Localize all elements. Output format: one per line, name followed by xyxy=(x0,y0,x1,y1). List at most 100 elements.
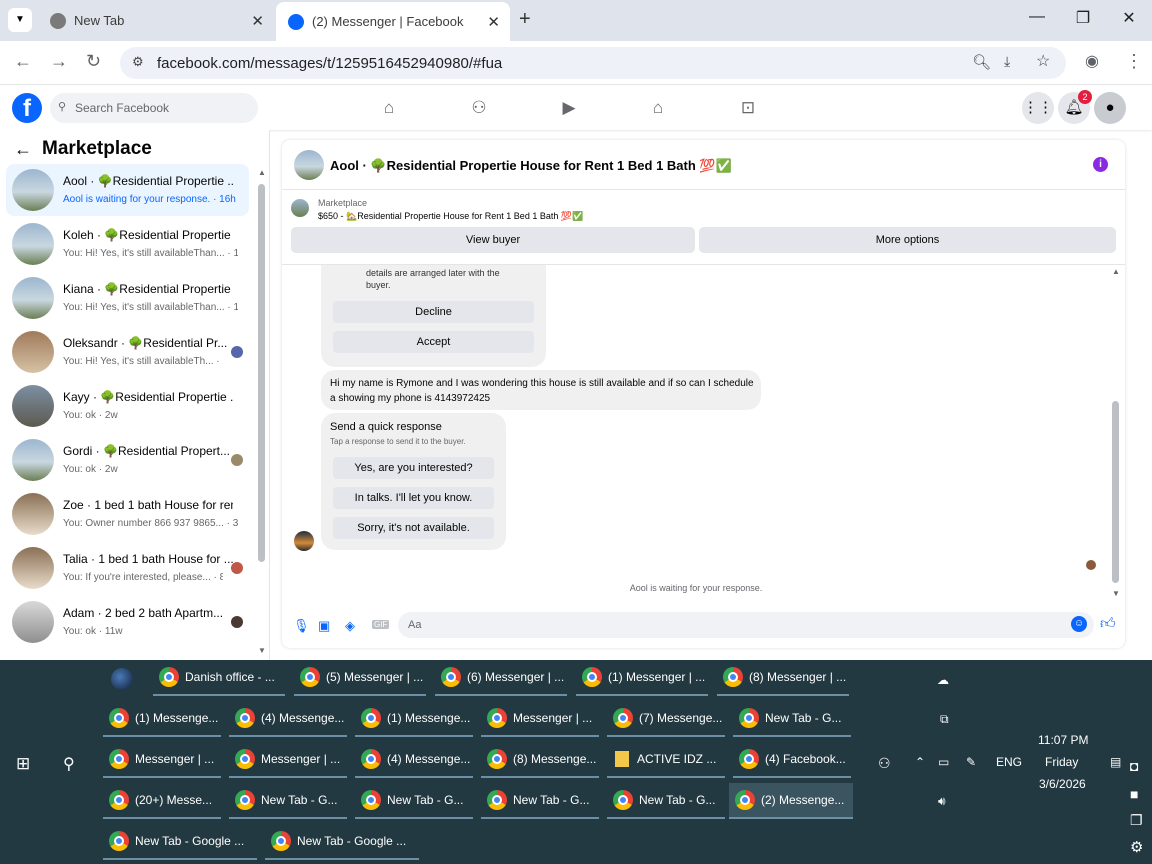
reload-icon[interactable]: ↻ xyxy=(86,51,101,72)
conversation-item[interactable]: Oleksandr · 🌳Residential Pr... You: Hi! … xyxy=(6,326,249,378)
notifications-icon[interactable]: ▤ xyxy=(1110,755,1121,769)
taskbar-window[interactable]: (1) Messenger | ... xyxy=(576,660,708,696)
volume-icon[interactable]: 🔊︎ xyxy=(938,794,946,809)
taskbar-window[interactable]: New Tab - G... xyxy=(355,783,473,819)
info-icon[interactable]: i xyxy=(1093,157,1108,172)
taskbar-window[interactable]: New Tab - G... xyxy=(481,783,599,819)
listing-thumbnail[interactable] xyxy=(291,199,309,217)
emoji-icon[interactable]: ☺ xyxy=(1071,616,1087,632)
close-tab-icon[interactable]: ✕ xyxy=(251,12,264,30)
scroll-down-icon[interactable]: ▼ xyxy=(258,646,266,655)
taskbar-window[interactable]: New Tab - Google ... xyxy=(103,824,257,860)
scroll-down-icon[interactable]: ▼ xyxy=(1112,589,1120,598)
gaming-icon[interactable]: ⊡ xyxy=(737,98,759,118)
conversation-item[interactable]: Gordi · 🌳Residential Propert... You: ok … xyxy=(6,434,249,486)
close-window-icon[interactable]: ✕ xyxy=(1106,8,1152,28)
menu-grid-icon[interactable]: ⋮⋮ xyxy=(1022,92,1054,124)
account-avatar[interactable]: ● xyxy=(1094,92,1126,124)
clock-time[interactable]: 11:07 PM xyxy=(1038,733,1088,747)
minimize-icon[interactable]: — xyxy=(1014,8,1060,26)
taskbar-window[interactable]: (2) Messenge... xyxy=(729,783,853,819)
sidebar-scrollbar[interactable] xyxy=(258,184,265,562)
taskbar-window[interactable]: New Tab - G... xyxy=(607,783,725,819)
sticker-icon[interactable]: ◈ xyxy=(345,618,355,634)
url-field[interactable]: ⚙ facebook.com/messages/t/12595164529409… xyxy=(120,47,1066,79)
profile-icon[interactable]: ◉ xyxy=(1085,51,1099,71)
meet-now-icon[interactable]: ⧉ xyxy=(940,712,949,727)
taskbar-window[interactable]: Messenger | ... xyxy=(229,742,347,778)
tab-messenger[interactable]: (2) Messenger | Facebook ✕ xyxy=(276,2,510,41)
globe-icon[interactable] xyxy=(111,668,133,690)
taskbar-window[interactable]: (5) Messenger | ... xyxy=(294,660,426,696)
accept-button[interactable]: Accept xyxy=(333,331,534,353)
network-icon[interactable]: ▭ xyxy=(938,755,949,769)
quick-response-button[interactable]: Sorry, it's not available. xyxy=(333,517,494,539)
view-buyer-button[interactable]: View buyer xyxy=(291,227,695,253)
taskbar-window[interactable]: (4) Messenge... xyxy=(229,701,347,737)
clock-date[interactable]: 3/6/2026 xyxy=(1039,777,1086,791)
maximize-icon[interactable]: ❐ xyxy=(1060,8,1106,28)
tab-search-button[interactable]: ▼ xyxy=(8,8,32,32)
microphone-icon[interactable]: 🎙︎ xyxy=(293,618,310,634)
taskbar-window[interactable]: (20+) Messe... xyxy=(103,783,221,819)
site-settings-icon[interactable]: ⚙ xyxy=(132,54,144,70)
conversation-item[interactable]: Kayy · 🌳Residential Propertie ... You: o… xyxy=(6,380,249,432)
onedrive-icon[interactable]: ☁ xyxy=(937,673,949,687)
settings-gear-icon[interactable]: ⚙ xyxy=(1130,838,1143,856)
taskbar-window[interactable]: New Tab - G... xyxy=(733,701,851,737)
conversation-item[interactable]: Adam · 2 bed 2 bath Apartm... You: ok · … xyxy=(6,596,249,648)
conversation-item[interactable]: Zoe · 1 bed 1 bath House for rent You: O… xyxy=(6,488,249,540)
pen-icon[interactable]: ✎ xyxy=(966,755,976,769)
quick-response-button[interactable]: Yes, are you interested? xyxy=(333,457,494,479)
decline-button[interactable]: Decline xyxy=(333,301,534,323)
photo-icon[interactable]: ▣ xyxy=(318,618,330,634)
taskbar-window[interactable]: ACTIVE IDZ ... xyxy=(607,742,725,778)
conversation-item[interactable]: Aool · 🌳Residential Propertie ... Aool i… xyxy=(6,164,249,216)
back-icon[interactable]: ← xyxy=(14,51,32,72)
tab-new-tab[interactable]: New Tab ✕ xyxy=(38,0,274,41)
forward-icon[interactable]: → xyxy=(50,51,68,72)
install-icon[interactable]: ⤓ xyxy=(1004,53,1010,70)
conversation-item[interactable]: Talia · 1 bed 1 bath House for ... You: … xyxy=(6,542,249,594)
taskbar-window[interactable]: (4) Facebook... xyxy=(733,742,851,778)
camera-icon[interactable]: ◘ xyxy=(1130,758,1138,774)
scroll-up-icon[interactable]: ▲ xyxy=(258,168,266,177)
more-options-button[interactable]: More options xyxy=(699,227,1116,253)
chat-title[interactable]: Aool · 🌳Residential Propertie House for … xyxy=(330,158,732,174)
language-indicator[interactable]: ENG xyxy=(996,755,1022,769)
conversation-item[interactable]: Koleh · 🌳Residential Propertie ... You: … xyxy=(6,218,249,270)
taskbar-window[interactable]: (6) Messenger | ... xyxy=(435,660,567,696)
video-camera-icon[interactable]: ■ xyxy=(1130,786,1138,802)
clock-day[interactable]: Friday xyxy=(1045,755,1078,769)
taskbar-window[interactable]: Messenger | ... xyxy=(481,701,599,737)
taskbar-window[interactable]: (1) Messenge... xyxy=(103,701,221,737)
taskbar-window[interactable]: New Tab - G... xyxy=(229,783,347,819)
back-arrow-icon[interactable]: ← xyxy=(14,139,32,160)
gif-icon[interactable]: GIF xyxy=(372,620,390,629)
scroll-up-icon[interactable]: ▲ xyxy=(1112,267,1120,276)
quick-response-button[interactable]: In talks. I'll let you know. xyxy=(333,487,494,509)
home-icon[interactable]: ⌂ xyxy=(378,98,400,118)
bookmark-star-icon[interactable]: ☆ xyxy=(1036,51,1050,71)
taskbar-window[interactable]: (8) Messenger | ... xyxy=(717,660,849,696)
friends-icon[interactable]: ⚇ xyxy=(468,98,490,118)
taskbar-window[interactable]: New Tab - Google ... xyxy=(265,824,419,860)
marketplace-icon[interactable]: ⌂ xyxy=(647,98,669,118)
new-tab-button[interactable]: + xyxy=(519,8,531,31)
conversation-item[interactable]: Kiana · 🌳Residential Propertie ... You: … xyxy=(6,272,249,324)
people-icon[interactable]: ⚇ xyxy=(878,755,891,772)
start-icon[interactable]: ⊞ xyxy=(16,754,30,774)
close-tab-icon[interactable]: ✕ xyxy=(487,13,500,31)
thread-scrollbar[interactable] xyxy=(1112,401,1119,583)
video-icon[interactable]: ▶ xyxy=(558,98,580,118)
menu-icon[interactable]: ⋮ xyxy=(1125,51,1143,72)
facebook-logo-icon[interactable]: f xyxy=(12,93,42,123)
taskbar-window[interactable]: Danish office - ... xyxy=(153,660,285,696)
taskbar-window[interactable]: (7) Messenge... xyxy=(607,701,725,737)
thumbs-up-icon[interactable]: 👍︎ xyxy=(1100,615,1116,633)
taskbar-window[interactable]: Messenger | ... xyxy=(103,742,221,778)
windows-icon[interactable]: ❐ xyxy=(1130,812,1143,829)
search-input[interactable]: ⚲ Search Facebook xyxy=(50,93,258,123)
chevron-up-icon[interactable]: ⌃ xyxy=(915,755,925,769)
search-icon[interactable]: ⚲ xyxy=(63,754,75,774)
